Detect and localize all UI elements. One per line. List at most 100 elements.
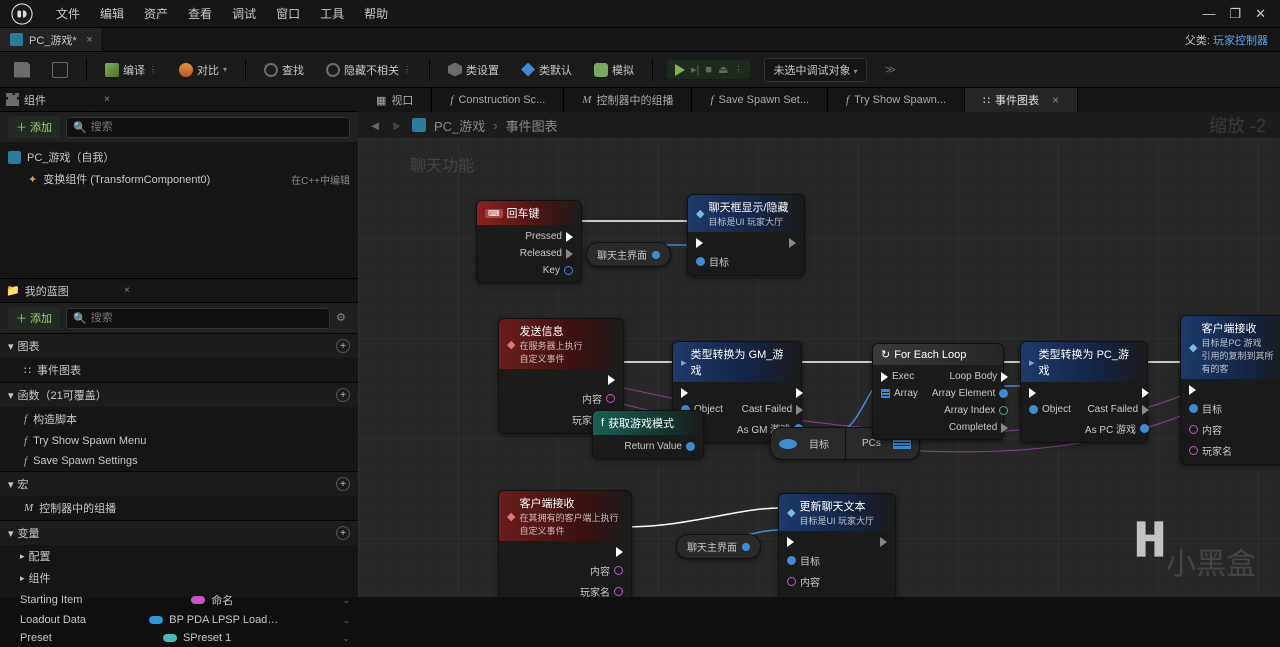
pin-exec-out[interactable] <box>789 238 796 248</box>
graph-canvas[interactable]: 聊天功能 <box>358 138 1280 597</box>
menu-window[interactable]: 窗口 <box>266 5 310 22</box>
debug-object-selector[interactable]: 未选中调试对象 ▾ <box>764 58 866 82</box>
pin-cast-failed[interactable]: Cast Failed <box>737 404 803 415</box>
pin-completed[interactable]: Completed <box>932 422 1008 433</box>
edit-in-cpp-link[interactable]: 在C++中编辑 <box>291 172 350 187</box>
pin-loop-body[interactable]: Loop Body <box>932 371 1008 382</box>
variable-pill-chat-main[interactable]: 聊天主界面 <box>586 242 671 267</box>
variable-item[interactable]: PresetSPreset 1⌄ <box>0 629 358 647</box>
pin-pressed[interactable]: Pressed <box>520 231 573 242</box>
pin-object[interactable]: Object <box>1029 404 1071 415</box>
menu-edit[interactable]: 编辑 <box>90 5 134 22</box>
menu-help[interactable]: 帮助 <box>354 5 398 22</box>
chevron-down-icon[interactable]: ⌄ <box>342 633 350 644</box>
component-root[interactable]: PC_游戏（自我） <box>0 146 358 168</box>
toolbar-extra[interactable]: ≫ <box>881 61 901 78</box>
my-blueprint-tab[interactable]: 📁 我的蓝图 × <box>0 279 358 303</box>
pin-exec-in[interactable] <box>696 238 729 248</box>
variable-item[interactable]: Loadout DataBP PDA LPSP Loadou⌄ <box>0 611 358 629</box>
node-client-receive-call[interactable]: ◆客户端接收目标是PC 游戏引用的复制到其所有的客 目标 内容 玩家名 <box>1180 315 1280 465</box>
pin-player[interactable]: 玩家名 <box>1189 443 1232 458</box>
components-tab[interactable]: 组件 × <box>0 88 358 112</box>
menu-file[interactable]: 文件 <box>46 5 90 22</box>
tab-event-graph[interactable]: ∷事件图表× <box>965 88 1078 112</box>
add-graph-button[interactable]: + <box>336 339 350 353</box>
node-show-hide-chat[interactable]: ◆聊天框显示/隐藏目标是UI 玩家大厅 目标 <box>687 194 805 276</box>
pin-exec-out[interactable] <box>580 547 623 557</box>
pin-content[interactable]: 内容 <box>580 563 623 578</box>
pin-array[interactable]: Array <box>881 388 918 399</box>
hide-unrelated-button[interactable]: 隐藏不相关⋮ <box>322 60 415 80</box>
close-icon[interactable]: × <box>124 285 130 296</box>
find-button[interactable]: 查找 <box>260 60 308 80</box>
var-category[interactable]: ▸组件 <box>0 567 358 589</box>
pin-content[interactable]: 内容 <box>572 391 615 406</box>
save-button[interactable] <box>10 60 34 80</box>
asset-tab[interactable]: PC_游戏* × <box>0 28 101 51</box>
components-search[interactable]: 🔍 <box>66 117 350 138</box>
add-macro-button[interactable]: + <box>336 477 350 491</box>
var-category[interactable]: ▸配置 <box>0 545 358 567</box>
diff-button[interactable]: 对比▾ <box>175 60 231 80</box>
component-item[interactable]: ✦ 变换组件 (TransformComponent0) 在C++中编辑 <box>0 168 358 190</box>
pin-exec-in[interactable] <box>681 388 723 398</box>
pin-target[interactable]: 目标 <box>787 553 830 568</box>
tab-save-spawn[interactable]: fSave Spawn Set... <box>692 88 828 112</box>
pin-as-pc[interactable]: As PC 游戏 <box>1085 421 1149 436</box>
pin-exec-out[interactable] <box>572 375 615 385</box>
play-button[interactable]: ▸| ■ ⏏ ⋮ <box>667 60 750 79</box>
tab-construction[interactable]: fConstruction Sc... <box>432 88 564 112</box>
section-graphs[interactable]: ▾图表+ <box>0 333 358 358</box>
simulate-button[interactable]: 模拟 <box>590 60 638 80</box>
breadcrumb-leaf[interactable]: 事件图表 <box>506 116 558 135</box>
pin-exec-in[interactable] <box>1029 388 1071 398</box>
parent-class-link[interactable]: 玩家控制器 <box>1213 35 1268 47</box>
node-cast-pc[interactable]: ▸类型转换为 PC_游戏 Object Cast Failed As PC 游戏 <box>1020 341 1148 443</box>
close-icon[interactable]: × <box>1052 93 1059 107</box>
pin-array-index[interactable]: Array Index <box>932 405 1008 416</box>
pin-exec-out[interactable] <box>880 537 887 547</box>
pin-exec[interactable]: Exec <box>881 371 918 382</box>
compile-button[interactable]: 编译⋮ <box>101 60 161 80</box>
section-macros[interactable]: ▾宏+ <box>0 471 358 496</box>
variable-pill-chat-main[interactable]: 聊天主界面 <box>676 534 761 559</box>
pin-released[interactable]: Released <box>520 248 573 259</box>
event-graph-item[interactable]: ∷事件图表 <box>0 358 358 382</box>
pin-content[interactable]: 内容 <box>1189 422 1232 437</box>
components-search-input[interactable] <box>91 121 343 133</box>
menu-view[interactable]: 查看 <box>178 5 222 22</box>
close-icon[interactable]: × <box>86 34 92 46</box>
chevron-down-icon[interactable]: ⌄ <box>342 615 350 626</box>
tab-macro[interactable]: M控制器中的组播 <box>564 88 692 112</box>
browse-button[interactable] <box>48 60 72 80</box>
pin-exec-out[interactable] <box>737 388 803 398</box>
function-item[interactable]: fTry Show Spawn Menu <box>0 431 358 451</box>
nav-back-icon[interactable]: ◄ <box>368 118 382 132</box>
construction-script-item[interactable]: f构造脚本 <box>0 407 358 431</box>
section-functions[interactable]: ▾函数（21可覆盖）+ <box>0 382 358 407</box>
pin-exec-in[interactable] <box>1189 385 1232 395</box>
tab-try-show-spawn[interactable]: fTry Show Spawn... <box>828 88 965 112</box>
node-update-chat[interactable]: ◆更新聊天文本目标是UI 玩家大厅 目标 内容 玩家名 <box>778 493 896 597</box>
class-defaults-button[interactable]: 类默认 <box>517 60 576 80</box>
node-client-receive-event[interactable]: ◆客户端接收在其拥有的客户端上执行自定义事件 内容 玩家名 <box>498 490 632 597</box>
pin-exec-out[interactable] <box>1085 388 1149 398</box>
pin-player[interactable]: 玩家名 <box>580 584 623 597</box>
pin-array-element[interactable]: Array Element <box>932 388 1008 399</box>
variable-item[interactable]: Starting Item命名⌄ <box>0 589 358 611</box>
menu-asset[interactable]: 资产 <box>134 5 178 22</box>
pin-target[interactable]: 目标 <box>1189 401 1232 416</box>
add-component-button[interactable]: ＋ 添加 <box>8 116 60 138</box>
chevron-down-icon[interactable]: ⌄ <box>342 595 350 606</box>
pin-content[interactable]: 内容 <box>787 574 830 589</box>
minimize-button[interactable]: — <box>1202 6 1215 22</box>
function-item[interactable]: fSave Spawn Settings <box>0 451 358 471</box>
add-function-button[interactable]: + <box>336 388 350 402</box>
breadcrumb-root[interactable]: PC_游戏 <box>434 116 485 135</box>
myblueprint-search-input[interactable] <box>91 312 323 324</box>
add-variable-button[interactable]: + <box>336 526 350 540</box>
macro-item[interactable]: M控制器中的组播 <box>0 496 358 520</box>
node-enter-key[interactable]: ⌨回车键 Pressed Released Key <box>476 200 582 283</box>
maximize-button[interactable]: ❐ <box>1229 6 1241 22</box>
nav-fwd-icon[interactable]: ► <box>390 118 404 132</box>
